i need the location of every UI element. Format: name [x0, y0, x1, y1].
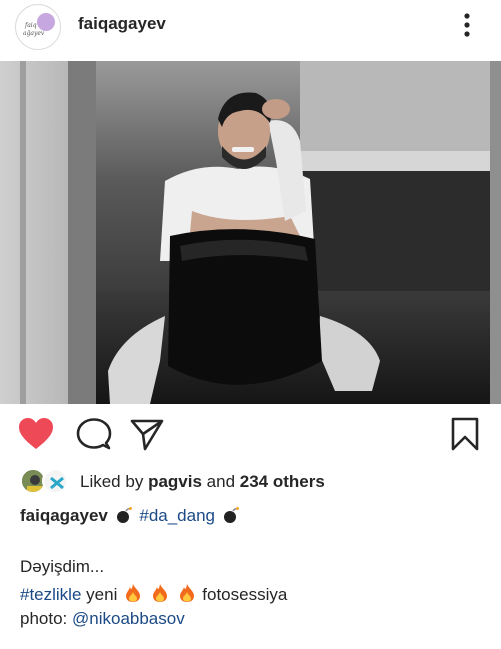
post-header: faiq ağayev faiqagayev — [0, 0, 501, 56]
caption-first-line: faiqagayev #da_dang — [20, 506, 242, 529]
fire-icon — [124, 583, 142, 608]
caption-text-line: Dəyişdim... — [20, 557, 105, 576]
caption-word: fotosessiya — [202, 585, 288, 604]
heart-filled-icon[interactable] — [17, 416, 55, 452]
bookmark-icon[interactable] — [446, 416, 484, 452]
likes-row: Liked by pagvis and 234 others — [20, 466, 490, 498]
post-actions — [0, 408, 501, 460]
liker-avatar[interactable] — [42, 468, 68, 494]
fire-icon — [178, 583, 196, 608]
svg-text:faiq: faiq — [24, 22, 37, 29]
send-icon[interactable] — [128, 416, 166, 452]
likes-and: and — [206, 472, 236, 491]
post-photo[interactable] — [0, 61, 501, 404]
post-username[interactable]: faiqagayev — [78, 14, 166, 34]
caption-word: yeni — [86, 585, 118, 604]
likes-text: Liked by pagvis and 234 others — [80, 472, 325, 492]
caption-username[interactable]: faiqagayev — [20, 506, 108, 525]
hashtag-link[interactable]: #da_dang — [139, 506, 215, 525]
caption-credit-line: photo: @nikoabbasov — [20, 609, 185, 629]
caption-hashtag-line: #tezlikle yeni fotosessiya — [20, 583, 287, 608]
fire-icon — [151, 583, 169, 608]
avatar[interactable]: faiq ağayev — [15, 4, 61, 50]
avatar-logo: faiq ağayev — [17, 6, 60, 49]
photo-credit-label: photo: — [20, 609, 68, 628]
more-vertical-icon[interactable] — [455, 10, 479, 42]
svg-text:ağayev: ağayev — [23, 30, 45, 37]
comment-icon[interactable] — [75, 416, 113, 452]
bomb-icon — [222, 506, 240, 529]
bomb-icon — [115, 506, 133, 529]
liker-username[interactable]: pagvis — [148, 472, 202, 491]
likes-prefix: Liked by — [80, 472, 144, 491]
hashtag-link[interactable]: #tezlikle — [20, 585, 81, 604]
likes-others[interactable]: 234 others — [240, 472, 325, 491]
mention-link[interactable]: @nikoabbasov — [72, 609, 185, 628]
